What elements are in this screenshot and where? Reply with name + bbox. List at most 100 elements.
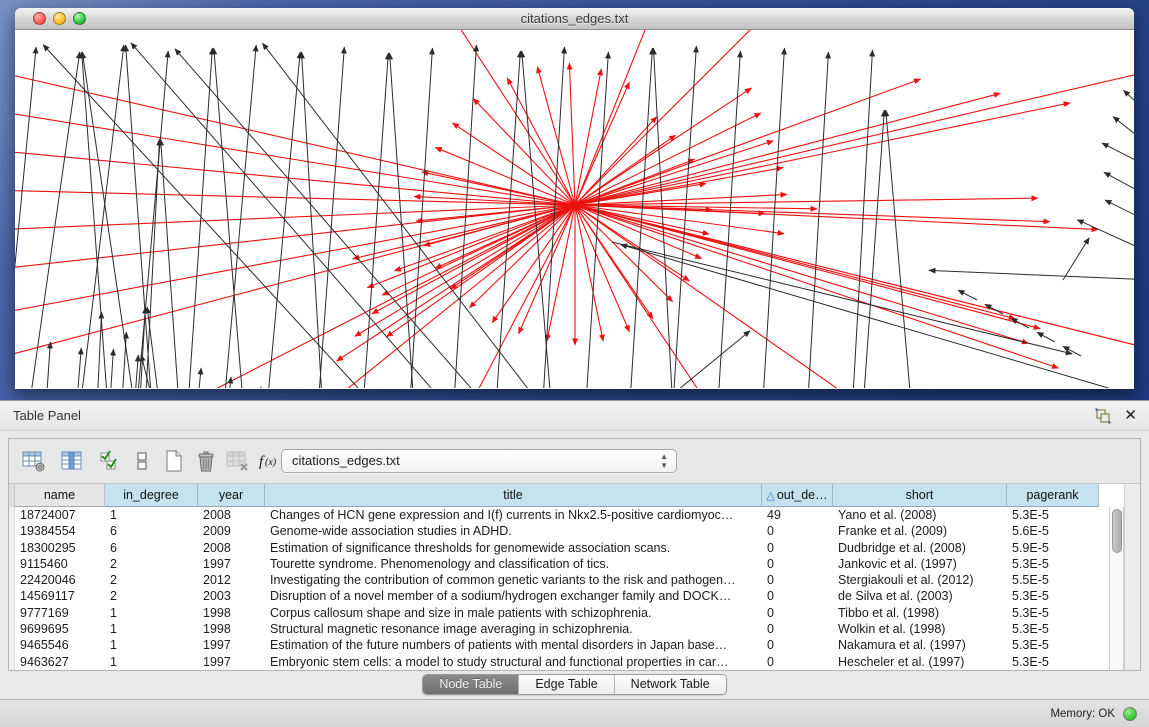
rows-icon[interactable] [129,448,155,474]
new-file-icon[interactable] [161,448,187,474]
tab-edge-table[interactable]: Edge Table [519,675,614,694]
table-cell[interactable]: Yano et al. (2008) [833,507,1007,523]
table-cell[interactable]: 5.3E-5 [1007,654,1099,670]
table-cell[interactable]: Nakamura et al. (1997) [833,637,1007,653]
tab-node-table[interactable]: Node Table [423,675,519,694]
table-cell[interactable]: 2008 [198,540,265,556]
table-row[interactable]: 946362711997Embryonic stem cells: a mode… [9,654,1109,670]
table-cell[interactable]: 0 [762,588,833,604]
table-cell[interactable]: 0 [762,621,833,637]
table-cell[interactable]: Franke et al. (2009) [833,523,1007,539]
table-cell[interactable]: 18300295 [15,540,105,556]
table-cell[interactable]: 0 [762,556,833,572]
table-cell[interactable]: 1997 [198,654,265,670]
column-header-title[interactable]: title [265,484,762,507]
table-cell[interactable]: Structural magnetic resonance image aver… [265,621,762,637]
network-window-titlebar[interactable]: citations_edges.txt [15,8,1134,30]
table-cell[interactable]: 1998 [198,621,265,637]
table-cell[interactable]: 0 [762,654,833,670]
float-panel-icon[interactable] [1095,408,1111,424]
table-row[interactable]: 977716911998Corpus callosum shape and si… [9,605,1109,621]
table-cell[interactable]: Dudbridge et al. (2008) [833,540,1007,556]
row-select-icon[interactable] [97,448,123,474]
table-row[interactable]: 1456911722003Disruption of a novel membe… [9,588,1109,604]
memory-status-indicator[interactable] [1123,707,1137,721]
table-cell[interactable]: 2 [105,588,198,604]
network-window[interactable]: citations_edges.txt [15,8,1134,389]
table-cell[interactable]: Tourette syndrome. Phenomenology and cla… [265,556,762,572]
table-cell[interactable]: 2009 [198,523,265,539]
table-cell[interactable]: 22420046 [15,572,105,588]
table-cell[interactable]: 1997 [198,556,265,572]
column-header-short[interactable]: short [833,484,1007,507]
table-cell[interactable]: 5.3E-5 [1007,507,1099,523]
table-cell[interactable]: 1 [105,605,198,621]
table-cell[interactable]: 5.9E-5 [1007,540,1099,556]
column-header-year[interactable]: year [198,484,265,507]
table-cell[interactable]: 5.3E-5 [1007,605,1099,621]
table-cell[interactable]: Stergiakouli et al. (2012) [833,572,1007,588]
table-cell[interactable]: 1 [105,621,198,637]
table-cell[interactable]: 1 [105,654,198,670]
table-cell[interactable]: 1 [105,637,198,653]
table-selector-dropdown[interactable]: citations_edges.txt ▲▼ [281,449,677,473]
table-cell[interactable]: 9777169 [15,605,105,621]
table-cell[interactable]: 2008 [198,507,265,523]
table-cell[interactable]: 5.3E-5 [1007,621,1099,637]
column-header-pagerank[interactable]: pagerank [1007,484,1099,507]
tab-network-table[interactable]: Network Table [615,675,726,694]
table-cell[interactable]: Investigating the contribution of common… [265,572,762,588]
network-canvas[interactable] [15,30,1134,388]
table-cell[interactable]: 1997 [198,637,265,653]
table-cell[interactable]: 9115460 [15,556,105,572]
table-cell[interactable]: Changes of HCN gene expression and I(f) … [265,507,762,523]
delete-icon[interactable] [193,448,219,474]
table-cell[interactable]: 0 [762,637,833,653]
table-cell[interactable]: 5.3E-5 [1007,637,1099,653]
scrollbar-thumb[interactable] [1112,509,1122,553]
table-cell[interactable]: Hescheler et al. (1997) [833,654,1007,670]
table-cell[interactable]: 18724007 [15,507,105,523]
table-cell[interactable]: 0 [762,572,833,588]
table-cell[interactable]: Disruption of a novel member of a sodium… [265,588,762,604]
table-cell[interactable]: Genome-wide association studies in ADHD. [265,523,762,539]
table-cell[interactable]: 5.5E-5 [1007,572,1099,588]
table-cell[interactable]: 5.3E-5 [1007,588,1099,604]
table-row[interactable]: 1830029562008Estimation of significance … [9,540,1109,556]
table-cell[interactable]: 2003 [198,588,265,604]
table-cell[interactable]: 9699695 [15,621,105,637]
table-cell[interactable]: 5.3E-5 [1007,556,1099,572]
table-cell[interactable]: 2012 [198,572,265,588]
function-builder-icon[interactable]: f (x) [257,448,283,474]
table-cell[interactable]: 19384554 [15,523,105,539]
table-cell[interactable]: 9465546 [15,637,105,653]
table-row[interactable]: 911546021997Tourette syndrome. Phenomeno… [9,556,1109,572]
table-cell[interactable]: 2 [105,556,198,572]
modify-table-icon[interactable] [21,448,47,474]
table-row[interactable]: 1872400712008Changes of HCN gene express… [9,507,1109,523]
table-cell[interactable]: 5.6E-5 [1007,523,1099,539]
table-cell[interactable]: 0 [762,523,833,539]
table-cell[interactable]: 1998 [198,605,265,621]
show-column-icon[interactable] [59,448,85,474]
table-cell[interactable]: Tibbo et al. (1998) [833,605,1007,621]
table-cell[interactable]: 14569117 [15,588,105,604]
table-cell[interactable]: Estimation of the future numbers of pati… [265,637,762,653]
table-cell[interactable]: 1 [105,507,198,523]
table-cell[interactable]: 2 [105,572,198,588]
table-cell[interactable]: 9463627 [15,654,105,670]
table-cell[interactable]: 0 [762,540,833,556]
column-header-in_degree[interactable]: in_degree [105,484,198,507]
table-cell[interactable]: Jankovic et al. (1997) [833,556,1007,572]
table-cell[interactable]: Wolkin et al. (1998) [833,621,1007,637]
column-header-out_de[interactable]: △out_de… [762,484,833,507]
table-row[interactable]: 969969511998Structural magnetic resonanc… [9,621,1109,637]
table-row[interactable]: 2242004622012Investigating the contribut… [9,572,1109,588]
table-cell[interactable]: Embryonic stem cells: a model to study s… [265,654,762,670]
table-cell[interactable]: de Silva et al. (2003) [833,588,1007,604]
table-cell[interactable]: 6 [105,523,198,539]
table-row[interactable]: 946554611997Estimation of the future num… [9,637,1109,653]
table-cell[interactable]: Corpus callosum shape and size in male p… [265,605,762,621]
table-cell[interactable]: 0 [762,605,833,621]
table-cell[interactable]: 6 [105,540,198,556]
